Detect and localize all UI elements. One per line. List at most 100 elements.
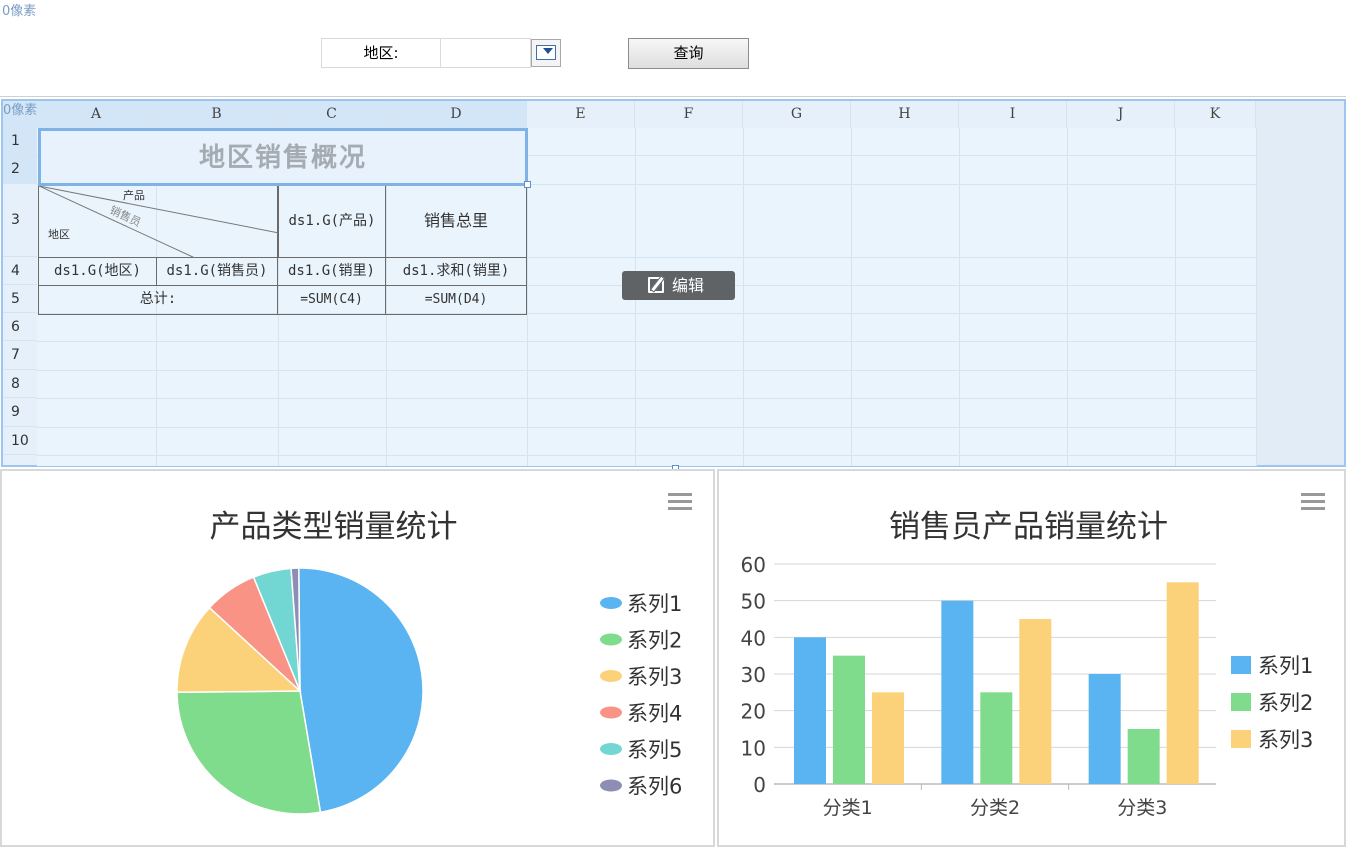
y-tick-label: 20 xyxy=(741,700,766,724)
legend-marker xyxy=(600,670,622,682)
edit-label: 编辑 xyxy=(672,276,705,295)
bar-1-2[interactable] xyxy=(941,600,974,784)
x-tick-label: 分类2 xyxy=(970,797,1020,819)
column-header-a[interactable]: A xyxy=(37,101,156,128)
legend-label[interactable]: 系列6 xyxy=(627,775,682,799)
grid-hline xyxy=(37,370,1256,371)
grid-hline xyxy=(37,341,1256,342)
bar-2-3[interactable] xyxy=(1127,729,1160,784)
row-header-10[interactable]: 10 xyxy=(3,427,37,455)
grid-vline xyxy=(743,128,744,466)
y-tick-label: 0 xyxy=(753,773,766,797)
legend-label[interactable]: 系列1 xyxy=(627,592,682,616)
region-label: 地区: xyxy=(321,38,441,68)
row-header-7[interactable]: 7 xyxy=(3,341,37,370)
legend-marker xyxy=(1231,693,1251,711)
legend-label[interactable]: 系列4 xyxy=(627,702,682,726)
row-header-9[interactable]: 9 xyxy=(3,398,37,427)
resize-handle[interactable] xyxy=(524,181,531,188)
cell-c5[interactable]: =SUM(C4) xyxy=(278,286,386,315)
legend-label[interactable]: 系列5 xyxy=(627,738,682,762)
legend-marker xyxy=(600,743,622,755)
chevron-down-icon xyxy=(543,48,553,54)
column-header-h[interactable]: H xyxy=(851,101,959,128)
column-header-i[interactable]: I xyxy=(959,101,1067,128)
pie-slice-1[interactable] xyxy=(298,567,424,814)
column-header-f[interactable]: F xyxy=(635,101,743,128)
slash-region-label: 地区 xyxy=(48,228,70,241)
grid-vline xyxy=(1256,128,1257,466)
grid-vline xyxy=(1175,128,1176,466)
legend-marker xyxy=(600,779,622,792)
grid-hline xyxy=(37,455,1256,456)
row-header-1[interactable]: 1 xyxy=(3,128,37,155)
slash-lines xyxy=(39,186,279,258)
slash-header-cell[interactable]: 产品 销售员 地区 xyxy=(38,186,279,258)
parameter-panel: 0像素 地区: 查询 xyxy=(0,0,1346,97)
pie-chart-panel[interactable]: 产品类型销量统计 系列1 系列2 系列3 系列4 系列5 系列6 xyxy=(0,469,715,847)
query-button[interactable]: 查询 xyxy=(628,38,749,69)
column-header-k[interactable]: K xyxy=(1175,101,1256,128)
grid-hline xyxy=(37,398,1256,399)
legend-marker xyxy=(600,597,622,609)
bar-3-3[interactable] xyxy=(1166,582,1199,784)
y-tick-label: 50 xyxy=(741,590,766,614)
region-dropdown-button[interactable] xyxy=(531,39,561,67)
cell-c4[interactable]: ds1.G(销里) xyxy=(278,258,386,286)
column-header-e[interactable]: E xyxy=(527,101,635,128)
legend-label[interactable]: 系列2 xyxy=(627,629,682,653)
bar-2-2[interactable] xyxy=(980,692,1013,784)
edit-icon xyxy=(648,277,664,293)
grid-hline xyxy=(37,427,1256,428)
bar-1-3[interactable] xyxy=(1088,674,1121,784)
legend-label[interactable]: 系列2 xyxy=(1258,691,1313,715)
cell-b4[interactable]: ds1.G(销售员) xyxy=(157,258,278,286)
cell-d3[interactable]: 销售总里 xyxy=(386,186,527,258)
bar-chart: 0 10 20 30 40 50 60 分类1 分类2 分类3 系列1 系列2 系列3 xyxy=(741,553,1314,819)
column-header-b[interactable]: B xyxy=(156,101,278,128)
title-cell[interactable]: 地区销售概况 xyxy=(38,128,528,186)
sheet-px-label: 0像素 xyxy=(3,103,38,118)
column-header-c[interactable]: C xyxy=(278,101,386,128)
column-header-j[interactable]: J xyxy=(1067,101,1175,128)
legend-marker xyxy=(600,706,622,719)
bar-3-1[interactable] xyxy=(872,692,904,784)
legend-marker xyxy=(1231,730,1251,748)
row-header-5[interactable]: 5 xyxy=(3,285,37,313)
cell-d4[interactable]: ds1.求和(销里) xyxy=(386,258,527,286)
row-header-8[interactable]: 8 xyxy=(3,370,37,398)
row-header-3[interactable]: 3 xyxy=(3,184,37,257)
legend-label[interactable]: 系列3 xyxy=(627,665,682,689)
cell-ab5[interactable]: 总计: xyxy=(38,286,278,315)
edit-button[interactable]: 编辑 xyxy=(622,271,735,300)
grid-vline xyxy=(959,128,960,466)
region-input[interactable] xyxy=(441,38,531,68)
legend-label[interactable]: 系列1 xyxy=(1258,654,1313,678)
cell-d5[interactable]: =SUM(D4) xyxy=(386,286,527,315)
column-header-d[interactable]: D xyxy=(386,101,527,128)
bar-2-1[interactable] xyxy=(833,655,865,784)
row-header-6[interactable]: 6 xyxy=(3,313,37,341)
legend-label[interactable]: 系列3 xyxy=(1258,728,1313,752)
pie-chart: 系列1 系列2 系列3 系列4 系列5 系列6 xyxy=(176,567,682,815)
sheet-gutter xyxy=(1255,101,1344,465)
row-header-4[interactable]: 4 xyxy=(3,257,37,285)
height-px-label: 0像素 xyxy=(2,4,37,19)
legend-marker xyxy=(1231,656,1251,674)
column-header-g[interactable]: G xyxy=(743,101,851,128)
pie-slice-2[interactable] xyxy=(176,690,322,815)
x-tick-label: 分类3 xyxy=(1117,797,1167,819)
cell-c3[interactable]: ds1.G(产品) xyxy=(278,186,386,258)
grid-vline xyxy=(1067,128,1068,466)
report-sheet[interactable]: ABCDEFGHIJK 1 2 3 4 5 6 7 8 9 10 0像素 地区销售概况 产品 销售… xyxy=(1,99,1346,472)
x-tick-label: 分类1 xyxy=(823,797,873,819)
bar-3-2[interactable] xyxy=(1019,619,1052,784)
slash-product-label: 产品 xyxy=(123,189,145,202)
legend-marker xyxy=(600,633,622,646)
bar-chart-panel[interactable]: 销售员产品销量统计 0 10 20 30 40 50 60 分类1 分类2 分类3 系列1 系列2 系列… xyxy=(717,469,1346,847)
y-tick-label: 40 xyxy=(741,626,766,650)
y-tick-label: 30 xyxy=(741,663,766,687)
cell-a4[interactable]: ds1.G(地区) xyxy=(38,258,157,286)
row-header-2[interactable]: 2 xyxy=(3,155,37,184)
bar-1-1[interactable] xyxy=(794,637,826,784)
